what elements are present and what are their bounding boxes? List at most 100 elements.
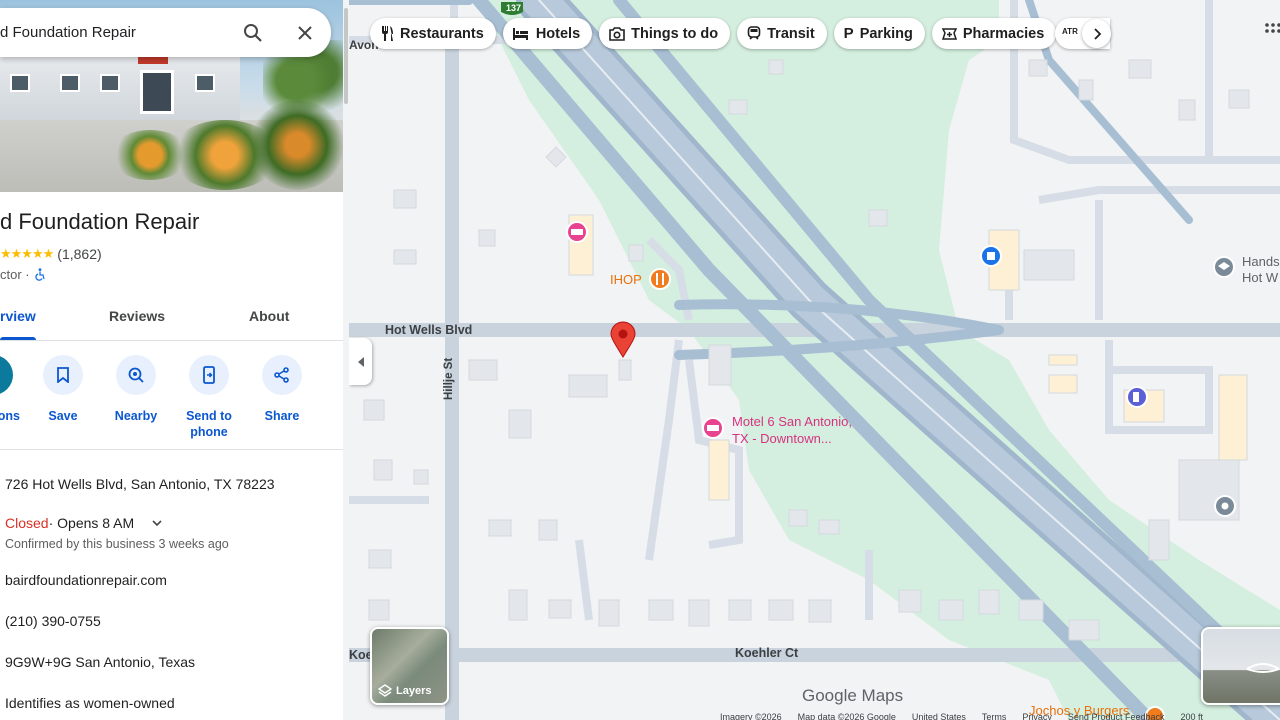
chip-parking[interactable]: P Parking [833, 18, 925, 49]
footer-terms[interactable]: Terms [982, 712, 1007, 720]
footer-scale[interactable]: 200 ft [1180, 712, 1203, 720]
place-category[interactable]: ctor · [0, 267, 30, 282]
map-canvas[interactable]: Hot Wells Blvd Hillje St Koehler Ct Koe … [349, 0, 1280, 720]
place-title: d Foundation Repair [0, 209, 200, 234]
chip-transit-label: Transit [767, 25, 815, 42]
tab-about[interactable]: About [249, 308, 289, 324]
gas-pin[interactable] [1126, 386, 1148, 408]
layers-label: Layers [396, 685, 432, 697]
rating-row[interactable]: ★★★★★ (1,862) [0, 246, 102, 262]
share-button[interactable]: Share [247, 355, 317, 424]
chip-parking-label: Parking [859, 25, 913, 42]
send-to-phone-button[interactable]: Send to phone [174, 355, 244, 440]
google-maps-logo: Google Maps [802, 686, 904, 705]
photo-window [100, 74, 120, 92]
generic-pin[interactable] [1214, 495, 1236, 517]
layers-label-group: Layers [378, 684, 431, 698]
road-label-koehler: Koehler Ct [735, 646, 799, 660]
chip-restaurants-label: Restaurants [400, 25, 484, 42]
photo-flowers [250, 100, 343, 190]
chips-next-button[interactable] [1082, 19, 1111, 48]
category-row: ctor · [0, 267, 45, 282]
close-icon [298, 26, 312, 40]
chip-hotels-label: Hotels [535, 25, 581, 42]
address-row[interactable]: 726 Hot Wells Blvd, San Antonio, TX 7822… [5, 476, 275, 492]
footer-map-data[interactable]: Map data ©2026 Google [798, 712, 896, 720]
tab-active-indicator [0, 337, 36, 340]
street-view-thumbnail[interactable] [1201, 627, 1280, 705]
chip-things-to-do[interactable]: Things to do [599, 18, 731, 49]
map-footer: Imagery ©2026 Map data ©2026 Google Unit… [720, 712, 1203, 720]
share-icon-wrap [262, 355, 302, 395]
send-to-phone-label: Send to phone [174, 408, 244, 440]
shopping-pin[interactable] [980, 245, 1002, 267]
directions-icon [0, 355, 13, 395]
hotel-pin-north[interactable] [566, 221, 588, 243]
photo-window [10, 74, 30, 92]
search-icon [244, 24, 262, 42]
footer-country[interactable]: United States [912, 712, 966, 720]
wheelchair-icon [34, 268, 45, 281]
directions-label: ons [0, 409, 20, 423]
collapse-panel-button[interactable] [349, 338, 372, 385]
directions-button[interactable]: ons [0, 355, 28, 424]
phone-row[interactable]: (210) 390-0755 [5, 613, 101, 629]
maps-app: Hot Wells Blvd Hillje St Koehler Ct Koe … [0, 0, 1280, 720]
send-to-phone-icon [203, 366, 215, 384]
close-button[interactable] [292, 20, 318, 46]
selected-place-pin[interactable] [610, 321, 636, 358]
chevron-right-icon [1093, 27, 1101, 40]
camera-icon [609, 26, 625, 41]
road-label-hillje: Hillje St [443, 357, 455, 400]
save-button[interactable]: Save [28, 355, 98, 424]
ihop-pin[interactable] [649, 268, 671, 290]
action-buttons: ons Save Nearby Send to phone Share [0, 355, 343, 450]
road-label-hot-wells: Hot Wells Blvd [385, 323, 473, 337]
identity-row[interactable]: Identifies as women-owned [5, 695, 175, 711]
hours-row[interactable]: Closed · Opens 8 AM [5, 515, 162, 531]
apps-grid-button[interactable] [1264, 20, 1280, 44]
photo-window [195, 74, 215, 92]
layers-button[interactable]: Layers [370, 627, 449, 705]
nearby-label: Nearby [114, 409, 158, 423]
motel-pin[interactable] [702, 417, 724, 439]
hands-label-line1: Hands [1242, 254, 1280, 269]
website-row[interactable]: bairdfoundationrepair.com [5, 572, 167, 588]
search-button[interactable] [240, 20, 266, 46]
footer-privacy[interactable]: Privacy [1022, 712, 1052, 720]
motel-label[interactable]: Motel 6 San Antonio, TX - Downtown... [732, 413, 852, 447]
chip-hotels[interactable]: Hotels [502, 18, 593, 49]
hands-pin[interactable] [1213, 256, 1235, 278]
chip-restaurants[interactable]: Restaurants [370, 18, 496, 49]
status-closed: Closed [5, 515, 49, 531]
tab-reviews[interactable]: Reviews [109, 308, 165, 324]
footer-feedback[interactable]: Send Product Feedback [1068, 712, 1165, 720]
category-chips: Restaurants Hotels Things to do Transit … [370, 18, 1057, 49]
share-icon [274, 367, 289, 383]
save-icon-wrap [43, 355, 83, 395]
photo-window [60, 74, 80, 92]
highway-shield-number: 137 [506, 3, 522, 13]
send-to-phone-label-line2: phone [190, 425, 228, 439]
send-to-phone-icon-wrap [189, 355, 229, 395]
panel-scrollbar-thumb[interactable] [344, 8, 348, 104]
star-rating-icon: ★★★★★ [0, 246, 54, 261]
hands-label-line2: Hot W [1242, 270, 1279, 285]
tab-overview[interactable]: rview [0, 308, 36, 324]
chip-pharmacies-label: Pharmacies [962, 25, 1045, 42]
place-panel: d Foundation Repair ★★★★★ (1,862) ctor ·… [0, 0, 343, 720]
panel-scrollbar[interactable] [343, 0, 349, 720]
share-label: Share [264, 409, 300, 423]
chip-things-to-do-label: Things to do [631, 25, 719, 42]
chip-transit[interactable]: Transit [737, 18, 827, 49]
plus-code-row[interactable]: 9G9W+9G San Antonio, Texas [5, 654, 195, 670]
nearby-button[interactable]: Nearby [101, 355, 171, 424]
hands-label[interactable]: Hands Hot W [1242, 254, 1280, 286]
ihop-label[interactable]: IHOP [610, 272, 642, 287]
review-count[interactable]: (1,862) [57, 246, 101, 262]
street-view-rotate-icon [1246, 663, 1280, 673]
chip-pharmacies[interactable]: Pharmacies [931, 18, 1057, 49]
search-input[interactable] [0, 12, 220, 53]
send-to-phone-label-line1: Send to [186, 409, 232, 423]
apps-grid-icon [1265, 23, 1280, 33]
